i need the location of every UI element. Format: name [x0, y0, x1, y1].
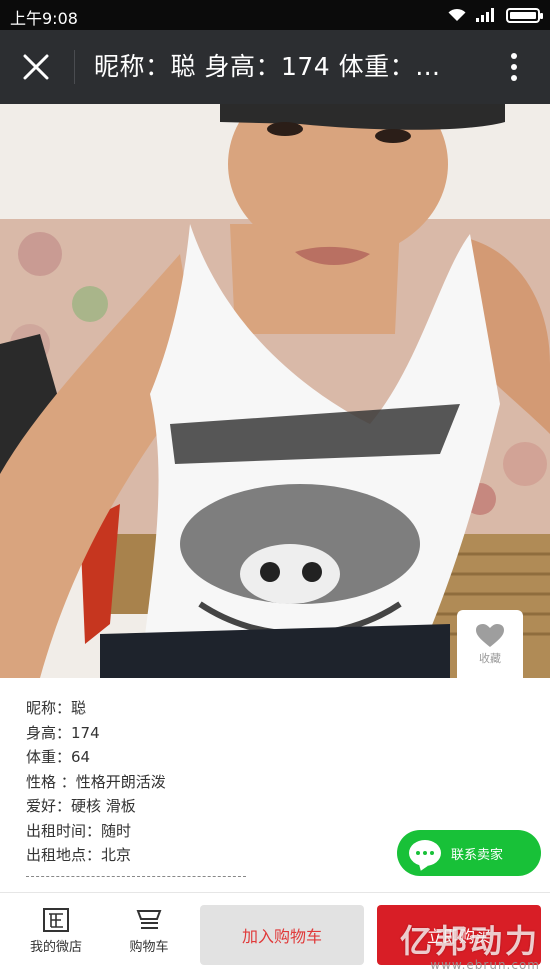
battery-level	[510, 11, 536, 19]
status-icons	[448, 7, 543, 23]
add-to-cart-button[interactable]: 加入购物车	[200, 905, 364, 965]
wifi-icon	[448, 8, 466, 22]
dashed-divider	[26, 876, 246, 877]
more-icon	[511, 53, 517, 59]
heart-icon	[476, 624, 504, 647]
cart-button[interactable]: 购物车	[109, 907, 189, 955]
more-button[interactable]	[506, 50, 522, 84]
info-personality: 性格 ：性格开朗活泼	[26, 772, 166, 791]
product-image[interactable]	[0, 104, 550, 678]
info-weight: 体重：64	[26, 748, 91, 766]
info-rental-location: 出租地点：北京	[26, 846, 132, 864]
cart-icon	[136, 910, 162, 929]
close-icon	[23, 54, 49, 80]
my-store-label: 我的微店	[29, 940, 82, 955]
status-time: 上午9:08	[10, 9, 78, 28]
page-title: 昵称：聪 身高：174 体重：…	[94, 52, 441, 81]
info-list: 昵称：聪 身高：174 体重：64 性格 ：性格开朗活泼 爱好：硬核 滑板 出租…	[26, 696, 166, 868]
title-bar: 昵称：聪 身高：174 体重：…	[0, 30, 550, 104]
info-nickname: 昵称：聪	[26, 699, 87, 717]
title-divider	[74, 50, 75, 84]
contact-seller-label: 联系卖家	[451, 847, 504, 863]
status-bar: 上午9:08	[0, 0, 550, 30]
contact-seller-button[interactable]: 联系卖家	[397, 830, 541, 876]
favorite-button[interactable]: 收藏	[457, 610, 523, 678]
battery-icon	[506, 7, 543, 23]
cart-label: 购物车	[129, 940, 169, 955]
favorite-label: 收藏	[479, 652, 501, 665]
chat-icon	[409, 840, 441, 866]
info-hobbies: 爱好：硬核 滑板	[26, 797, 136, 815]
signal-icon	[476, 8, 496, 22]
my-store-button[interactable]: 我的微店	[16, 907, 96, 955]
product-info: 昵称：聪 身高：174 体重：64 性格 ：性格开朗活泼 爱好：硬核 滑板 出租…	[0, 678, 550, 892]
info-rental-time: 出租时间：随时	[26, 821, 132, 840]
close-button[interactable]	[16, 47, 56, 87]
info-height: 身高：174	[26, 723, 100, 742]
buy-now-button[interactable]: 立即购买	[377, 905, 541, 965]
store-icon	[43, 908, 69, 932]
bottom-bar: 我的微店 购物车 加入购物车 立即购买	[0, 892, 550, 977]
